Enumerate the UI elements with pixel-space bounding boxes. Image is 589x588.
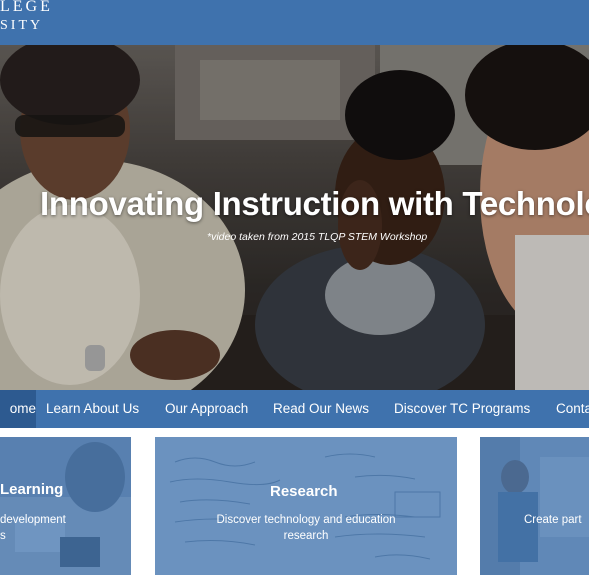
- card-title: Learning: [0, 481, 64, 498]
- nav-item-discover-tc-programs[interactable]: Discover TC Programs: [394, 390, 530, 428]
- card-description-line: Discover technology and education: [216, 514, 396, 526]
- nav-item-label: Conta: [556, 401, 589, 416]
- nav-item-home[interactable]: ome: [0, 390, 36, 428]
- card-description: Create part: [524, 512, 582, 528]
- nav-item-label: Our Approach: [165, 401, 249, 416]
- nav-item-our-approach[interactable]: Our Approach: [165, 390, 248, 428]
- card-description-line: Create part: [524, 514, 582, 526]
- nav-item-label: ome: [9, 401, 36, 416]
- nav-item-learn-about-us[interactable]: Learn About Us: [46, 390, 139, 428]
- nav-item-read-our-news[interactable]: Read Our News: [273, 390, 369, 428]
- card-overlay: [155, 437, 457, 575]
- site-header: LEGE SITY: [0, 0, 589, 45]
- card-learning[interactable]: Learning development s: [0, 437, 131, 575]
- card-partnerships[interactable]: Create part: [480, 437, 589, 575]
- card-description: Discover technology and education resear…: [155, 512, 457, 544]
- card-description-line: development: [0, 514, 66, 526]
- card-overlay: [480, 437, 589, 575]
- nav-item-label: Learn About Us: [46, 401, 140, 416]
- card-title: Research: [270, 483, 338, 500]
- logo-text-bottom[interactable]: SITY: [0, 18, 43, 34]
- main-nav: ome Learn About Us Our Approach Read Our…: [0, 390, 589, 428]
- hero-caption: *video taken from 2015 TLQP STEM Worksho…: [207, 231, 428, 243]
- card-description-line: s: [0, 530, 6, 542]
- card-description-line: research: [283, 530, 329, 542]
- nav-item-label: Discover TC Programs: [394, 401, 531, 416]
- nav-item-contact[interactable]: Conta: [556, 390, 589, 428]
- nav-item-label: Read Our News: [273, 401, 370, 416]
- hero-video[interactable]: Innovating Instruction with Technology *…: [0, 45, 589, 390]
- logo-text-top[interactable]: LEGE: [0, 0, 53, 15]
- card-description: development s: [0, 512, 66, 544]
- hero-title: Innovating Instruction with Technology: [40, 185, 589, 222]
- card-overlay: [0, 437, 131, 575]
- card-research[interactable]: Research Discover technology and educati…: [155, 437, 457, 575]
